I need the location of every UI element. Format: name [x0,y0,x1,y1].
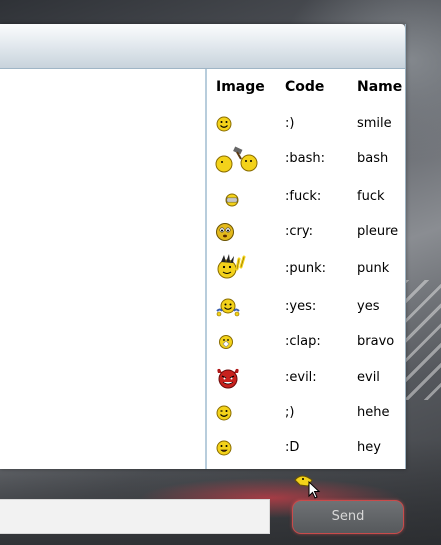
cry-icon[interactable] [215,222,235,242]
name-cell: yes [357,299,380,314]
chat-window: Image Code Name :) smile :bash: bash:fu… [0,24,406,469]
name-cell: evil [357,370,380,385]
name-cell: bash [357,151,389,166]
name-cell: hey [357,440,381,455]
code-cell: :punk: [285,261,327,276]
wink-icon[interactable] [216,405,232,421]
grin-icon[interactable] [216,440,232,456]
message-history-area[interactable] [0,69,207,469]
name-cell: bravo [357,334,395,349]
message-input[interactable] [0,499,270,534]
code-cell: :evil: [285,370,317,385]
code-cell: :fuck: [285,189,322,204]
name-cell: smile [357,116,392,131]
chat-window-body: Image Code Name :) smile :bash: bash:fu… [0,69,405,469]
punk-icon[interactable] [215,253,247,281]
name-cell: pleure [357,224,399,239]
pointer-cursor-icon [294,475,321,499]
bash-icon[interactable] [215,145,259,175]
name-cell: hehe [357,405,390,420]
smiley-table: Image Code Name :) smile :bash: bash:fu… [207,69,405,469]
yes-icon[interactable] [215,297,241,317]
name-cell: punk [357,261,390,276]
smile-icon[interactable] [216,116,232,132]
code-cell: :cry: [285,224,313,239]
chat-window-titlebar[interactable] [0,24,405,69]
evil-icon[interactable] [215,367,241,389]
name-cell: fuck [357,189,385,204]
header-image: Image [216,79,265,95]
code-cell: :yes: [285,299,317,314]
clap-icon[interactable] [218,334,234,350]
code-cell: :bash: [285,151,325,166]
fuck-icon[interactable] [225,193,239,207]
code-cell: :) [285,116,295,131]
send-button[interactable]: Send [292,500,404,534]
code-cell: ;) [285,405,295,420]
header-code: Code [285,79,325,95]
header-name: Name [357,79,403,95]
code-cell: :clap: [285,334,321,349]
code-cell: :D [285,440,300,455]
